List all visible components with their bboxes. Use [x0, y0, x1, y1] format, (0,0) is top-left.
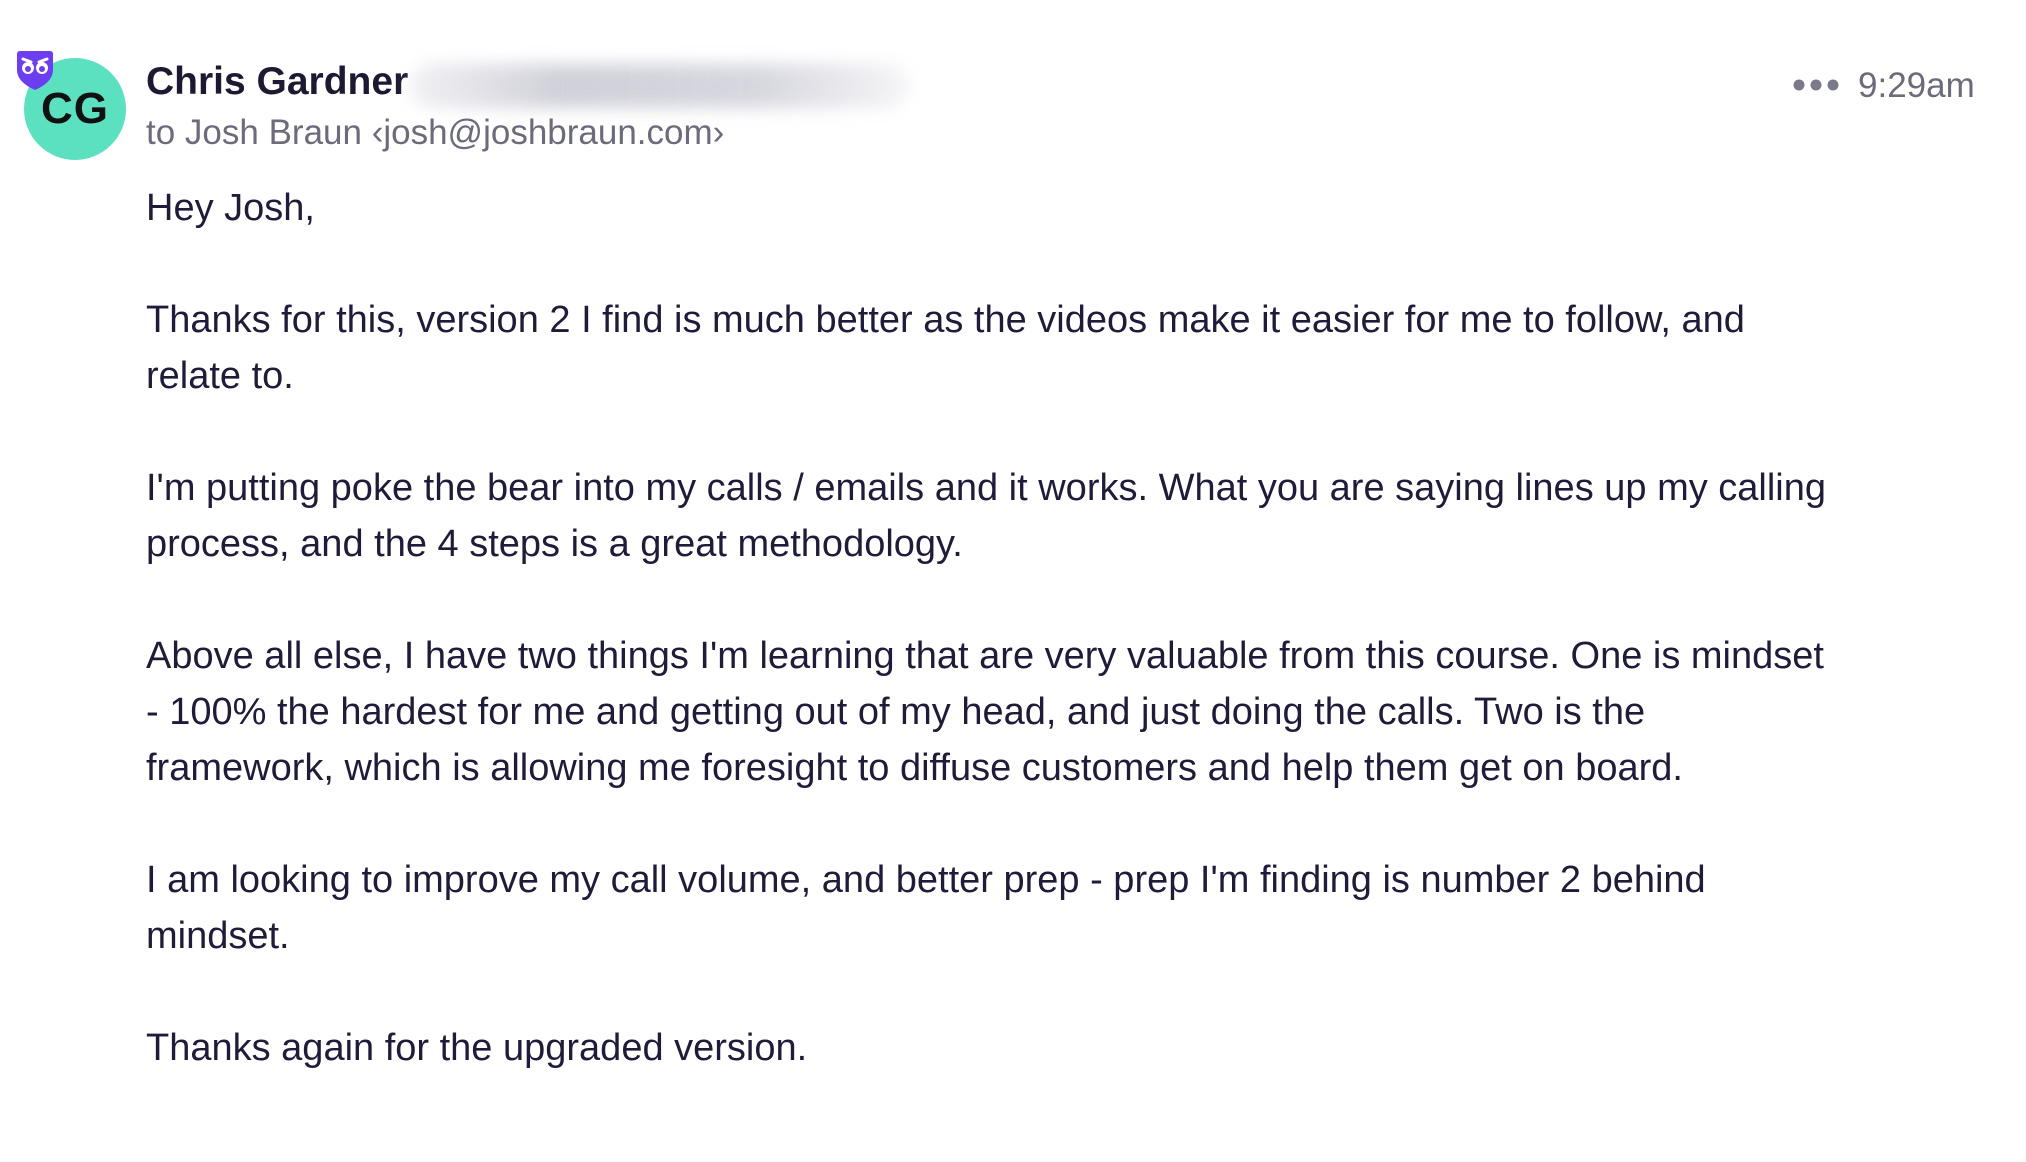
body-paragraph: Hey Josh,	[146, 187, 315, 229]
body-paragraph: I'm putting poke the bear into my calls …	[146, 467, 1827, 565]
body-paragraph: Thanks again for the upgraded version.	[146, 1027, 808, 1069]
body-paragraph: Above all else, I have two things I'm le…	[146, 635, 1824, 789]
body-paragraph: Thanks for this, version 2 I find is muc…	[146, 299, 1745, 397]
more-horizontal-icon[interactable]	[1792, 78, 1840, 92]
sender-name[interactable]: Chris Gardner	[146, 60, 408, 104]
shield-icon	[17, 51, 53, 90]
message-timestamp: 9:29am	[1858, 66, 1975, 105]
email-message: CG Chris Gardner to Josh Braun ‹josh@jos…	[0, 0, 2026, 1162]
avatar-container: CG	[17, 51, 126, 160]
body-paragraph: I am looking to improve my call volume, …	[146, 859, 1706, 957]
message-body: Hey Josh, Thanks for this, version 2 I f…	[146, 180, 1826, 1076]
recipient-line[interactable]: to Josh Braun ‹josh@joshbraun.com›	[146, 113, 724, 153]
sender-email-redacted	[410, 64, 910, 108]
